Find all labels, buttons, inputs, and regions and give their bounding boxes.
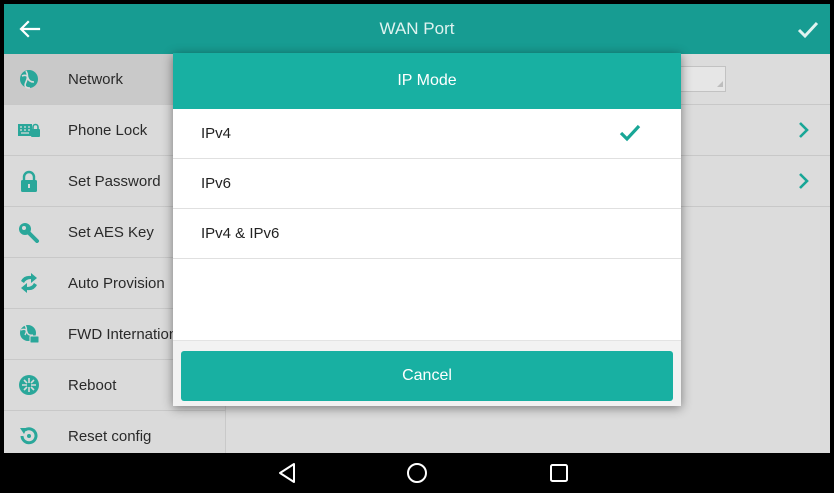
circle-home-icon[interactable]: [402, 460, 432, 486]
option-label: IPv4 & IPv6: [201, 225, 280, 242]
checkmark-icon[interactable]: [794, 15, 822, 43]
app-window: WAN Port Network Phone Lock Set Password…: [4, 4, 830, 453]
chevron-right-icon: [798, 121, 810, 139]
ip-mode-dialog: IP Mode IPv4 IPv6 IPv4 & IPv6 Cancel: [173, 53, 681, 406]
sidebar-item-label: Auto Provision: [68, 275, 165, 292]
option-ipv6[interactable]: IPv6: [173, 159, 681, 209]
sidebar-item-label: Reboot: [68, 377, 117, 394]
reset-icon: [18, 425, 40, 447]
value-field[interactable]: [678, 66, 726, 92]
screen: WAN Port Network Phone Lock Set Password…: [0, 0, 834, 493]
option-ipv4[interactable]: IPv4: [173, 109, 681, 159]
sidebar-item-reset-config[interactable]: Reset config: [4, 411, 226, 453]
chevron-right-icon: [798, 172, 810, 190]
dialog-footer: Cancel: [173, 340, 681, 406]
cancel-button[interactable]: Cancel: [181, 351, 673, 401]
sidebar-item-label: Network: [68, 71, 124, 88]
square-recents-icon[interactable]: [544, 460, 574, 486]
sidebar-item-label: Reset config: [68, 428, 152, 445]
sync-arrows-icon: [18, 272, 40, 294]
key-icon: [18, 221, 40, 243]
sidebar-item-label: Phone Lock: [68, 122, 148, 139]
sidebar-item-label: FWD International: [68, 326, 189, 343]
sidebar-item-label: Set Password: [68, 173, 161, 190]
globe-network-icon: [18, 68, 40, 90]
reboot-icon: [18, 374, 40, 396]
globe-phone-icon: [18, 323, 40, 345]
dialog-title: IP Mode: [173, 53, 681, 109]
page-title: WAN Port: [379, 19, 455, 38]
option-ipv4-ipv6[interactable]: IPv4 & IPv6: [173, 209, 681, 259]
triangle-back-icon[interactable]: [272, 460, 302, 486]
title-bar: WAN Port: [4, 4, 830, 54]
option-label: IPv6: [201, 175, 232, 192]
navigation-bar: [0, 453, 834, 493]
option-label: IPv4: [201, 125, 232, 142]
checkmark-icon: [619, 123, 641, 143]
sidebar-item-label: Set AES Key: [68, 224, 154, 241]
keyboard-lock-icon: [18, 119, 40, 141]
padlock-icon: [18, 170, 40, 192]
